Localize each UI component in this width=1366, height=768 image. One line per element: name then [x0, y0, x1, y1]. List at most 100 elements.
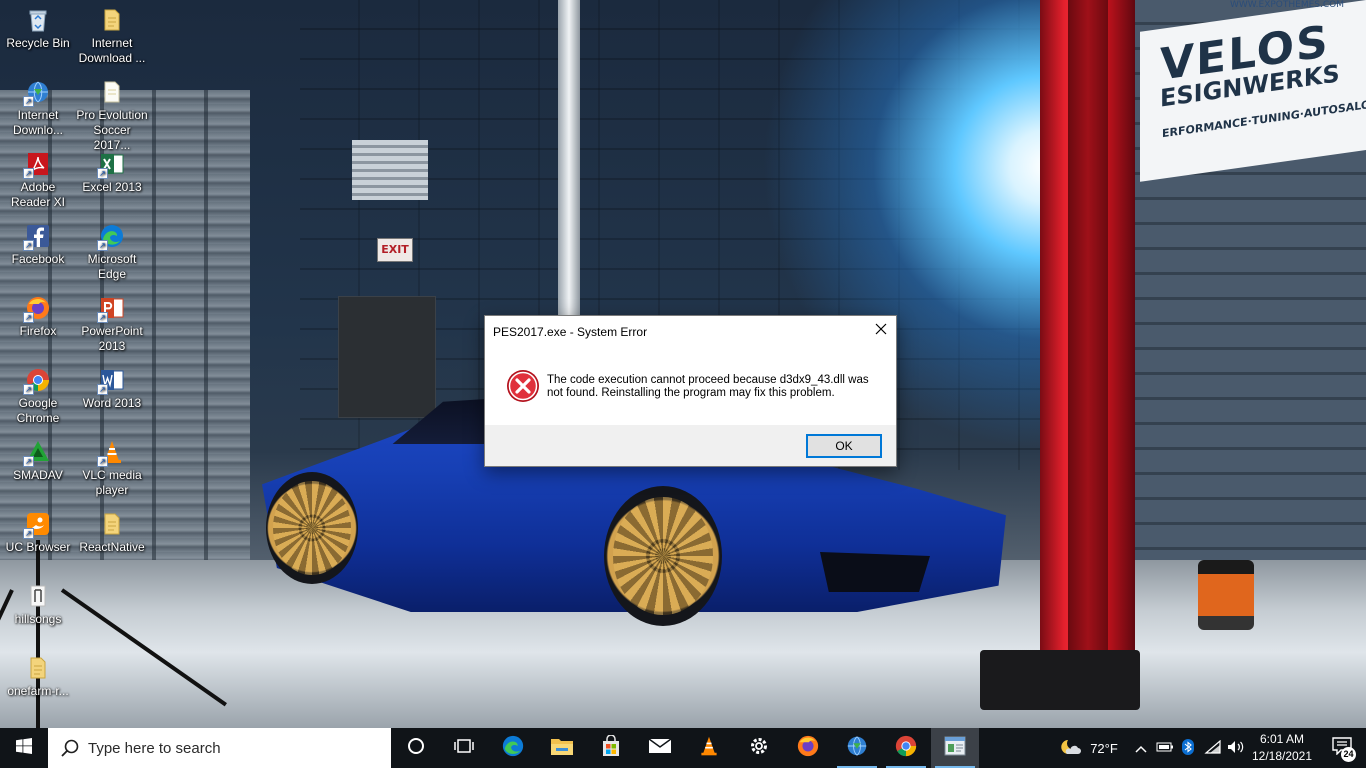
taskbar-internet-download-manager[interactable]: [833, 728, 881, 768]
chrome-icon: ↗: [23, 367, 51, 395]
store-icon: [600, 733, 622, 762]
close-icon: [875, 322, 887, 340]
vlc-icon: ↗: [97, 439, 125, 467]
internet-download-manager-icon: [844, 734, 870, 763]
battery-icon: [1156, 741, 1174, 756]
task-view-icon: [454, 737, 474, 760]
error-icon: [506, 369, 540, 403]
bluetooth-icon: [1181, 738, 1195, 758]
start-button[interactable]: [0, 728, 48, 768]
desktop-icon-uc-browser[interactable]: ↗ UC Browser: [0, 511, 76, 555]
taskbar-firefox[interactable]: [784, 728, 832, 768]
sign-url: WWW.EXPOTHEMES.COM: [1230, 0, 1344, 10]
smadav-icon: ↗: [23, 439, 51, 467]
powerpoint-icon: ↗: [97, 295, 125, 323]
action-center-button[interactable]: 24: [1318, 728, 1366, 768]
uc-browser-icon: ↗: [23, 511, 51, 539]
desktop-icon-onefarm[interactable]: onefarm-r...: [0, 655, 76, 699]
desktop-icon-excel[interactable]: ↗ Excel 2013: [74, 151, 150, 195]
desktop-icon-recycle-bin[interactable]: Recycle Bin: [0, 7, 76, 51]
weather-widget[interactable]: 72°F: [1055, 728, 1123, 768]
shop-tool: [1198, 560, 1254, 630]
desktop-icon-microsoft-edge[interactable]: ↗ Microsoft Edge: [74, 223, 150, 282]
taskbar-clock[interactable]: 6:01 AM 12/18/2021: [1250, 731, 1314, 765]
firefox-icon: [796, 734, 820, 763]
clock-time: 6:01 AM: [1259, 732, 1305, 746]
taskbar-edge[interactable]: [489, 728, 537, 768]
internet-download-manager-icon: ↗: [23, 79, 51, 107]
word-icon: ↗: [97, 367, 125, 395]
desktop-icon-google-chrome[interactable]: ↗ Google Chrome: [0, 367, 76, 426]
car-wheel: [604, 486, 722, 626]
taskbar-file-explorer[interactable]: [538, 728, 586, 768]
dialog-message: The code execution cannot proceed becaus…: [547, 374, 869, 399]
taskbar-mail[interactable]: [636, 728, 684, 768]
desktop-icon-internet-download-manager[interactable]: ↗ Internet Downlo...: [0, 79, 76, 138]
taskbar-search-box[interactable]: Type here to search: [48, 728, 391, 768]
chrome-icon: [894, 734, 918, 763]
recycle-bin-icon: [25, 7, 51, 33]
car-lift-base: [980, 650, 1140, 710]
desktop-icon-facebook[interactable]: ↗ Facebook: [0, 223, 76, 267]
desktop-icon-internet-download-folder[interactable]: Internet Download ...: [74, 7, 150, 66]
car-lift-inner: [1068, 0, 1108, 680]
taskbar-vlc[interactable]: [685, 728, 733, 768]
taskbar: Type here to search 72°F 6:01 AM 12/18/2…: [0, 728, 1366, 768]
show-hidden-icons-button[interactable]: [1131, 728, 1151, 768]
tray-bluetooth[interactable]: [1178, 728, 1198, 768]
folder-icon: [25, 655, 51, 681]
tray-network[interactable]: [1202, 728, 1224, 768]
facebook-icon: ↗: [23, 223, 51, 251]
mail-icon: [648, 737, 672, 760]
dialog-close-button[interactable]: [866, 316, 896, 346]
folder-icon: [99, 511, 125, 537]
garage-door: [338, 296, 436, 418]
notification-count-badge: 24: [1341, 747, 1356, 762]
tray-battery[interactable]: [1154, 728, 1176, 768]
folder-icon: [99, 7, 125, 33]
exit-sign: EXIT: [377, 238, 413, 262]
system-error-dialog: PES2017.exe - System Error The code exec…: [484, 315, 897, 467]
moon-cloud-icon: [1060, 738, 1082, 759]
search-placeholder: Type here to search: [88, 739, 221, 757]
adobe-reader-icon: ↗: [23, 151, 51, 179]
taskbar-settings[interactable]: [735, 728, 783, 768]
search-icon: [60, 738, 80, 758]
desktop-icon-word[interactable]: ↗ Word 2013: [74, 367, 150, 411]
desktop-icon-vlc[interactable]: ↗ VLC media player: [74, 439, 150, 498]
wifi-icon: [1204, 739, 1222, 757]
taskbar-cortana[interactable]: [392, 728, 440, 768]
desktop-icon-adobe-reader[interactable]: ↗ Adobe Reader XI: [0, 151, 76, 210]
speaker-icon: [1227, 740, 1245, 757]
desktop-icon-firefox[interactable]: ↗ Firefox: [0, 295, 76, 339]
chevron-up-icon: [1135, 741, 1147, 756]
file-icon: [25, 583, 51, 609]
settings-icon: [748, 735, 770, 762]
edge-icon: ↗: [97, 223, 125, 251]
tray-volume[interactable]: [1226, 728, 1246, 768]
clock-date: 12/18/2021: [1251, 749, 1313, 763]
desktop-icon-powerpoint[interactable]: ↗ PowerPoint 2013: [74, 295, 150, 354]
car-grille: [820, 552, 930, 592]
taskbar-active-window[interactable]: [931, 728, 979, 768]
excel-icon: ↗: [97, 151, 125, 179]
file-explorer-icon: [550, 735, 574, 762]
desktop-icon-reactnative[interactable]: ReactNative: [74, 511, 150, 555]
taskbar-chrome[interactable]: [882, 728, 930, 768]
edge-icon: [501, 734, 525, 763]
folder-icon: [99, 79, 125, 105]
desktop-icon-smadav[interactable]: ↗ SMADAV: [0, 439, 76, 483]
tripod-leg: [36, 540, 40, 728]
dialog-body: The code execution cannot proceed becaus…: [485, 347, 896, 425]
desktop-icon-pro-evolution-soccer[interactable]: Pro Evolution Soccer 2017...: [74, 79, 150, 153]
ok-button[interactable]: OK: [806, 434, 882, 458]
taskbar-store[interactable]: [587, 728, 635, 768]
dialog-title: PES2017.exe - System Error: [493, 325, 648, 339]
taskbar-task-view[interactable]: [440, 728, 488, 768]
vlc-icon: [698, 734, 720, 763]
wall-vent: [352, 140, 428, 200]
car-wheel: [266, 472, 358, 584]
dialog-footer: OK: [485, 425, 896, 466]
desktop-icon-hillsongs[interactable]: hillsongs: [0, 583, 76, 627]
wall-pipe: [558, 0, 580, 330]
